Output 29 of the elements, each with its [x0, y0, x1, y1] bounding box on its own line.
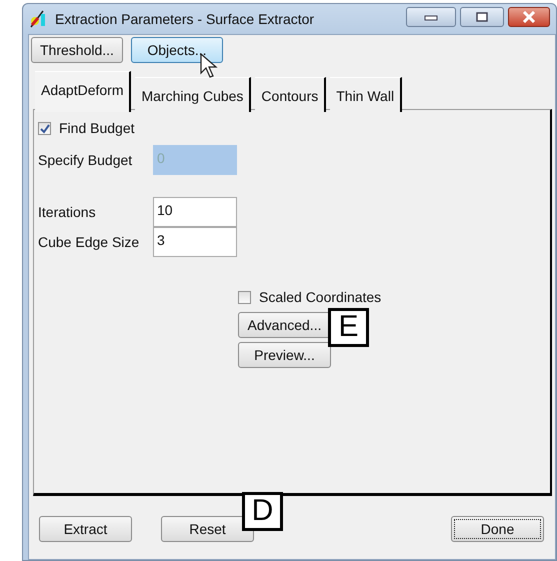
callout-label: D [242, 492, 283, 531]
checkbox-label: Find Budget [59, 119, 134, 138]
tab[interactable]: Marching Cubes [135, 77, 252, 112]
input-field[interactable]: 3 [153, 227, 237, 257]
minimize-icon [424, 13, 438, 21]
checkbox[interactable] [38, 122, 51, 135]
input-field[interactable]: 10 [153, 197, 237, 227]
close-icon [522, 11, 536, 23]
field-label: Cube Edge Size [38, 232, 140, 252]
tab[interactable]: Thin Wall [330, 77, 402, 112]
dialog-button[interactable]: Extract [39, 516, 132, 542]
panel-button[interactable]: Preview... [238, 342, 331, 368]
panel-button[interactable]: Advanced... [238, 312, 331, 338]
callout-label: E [328, 308, 369, 347]
close-button[interactable] [508, 7, 550, 27]
window-title: Extraction Parameters - Surface Extractor [55, 10, 314, 28]
checkbox[interactable] [238, 291, 251, 304]
toolbar-button[interactable]: Objects... [130, 37, 223, 63]
dialog-button[interactable]: Done [451, 516, 544, 542]
tab[interactable]: AdaptDeform [35, 71, 132, 112]
maximize-button[interactable] [460, 7, 504, 27]
field-label: Specify Budget [38, 150, 134, 170]
tab[interactable]: Contours [255, 77, 326, 112]
checkbox-label: Scaled Coordinates [259, 288, 382, 307]
field-label: Iterations [38, 202, 97, 222]
dialog-button[interactable]: Reset [161, 516, 254, 542]
minimize-button[interactable] [406, 7, 456, 27]
maximize-icon [476, 12, 488, 22]
toolbar-button[interactable]: Threshold... [31, 37, 123, 63]
